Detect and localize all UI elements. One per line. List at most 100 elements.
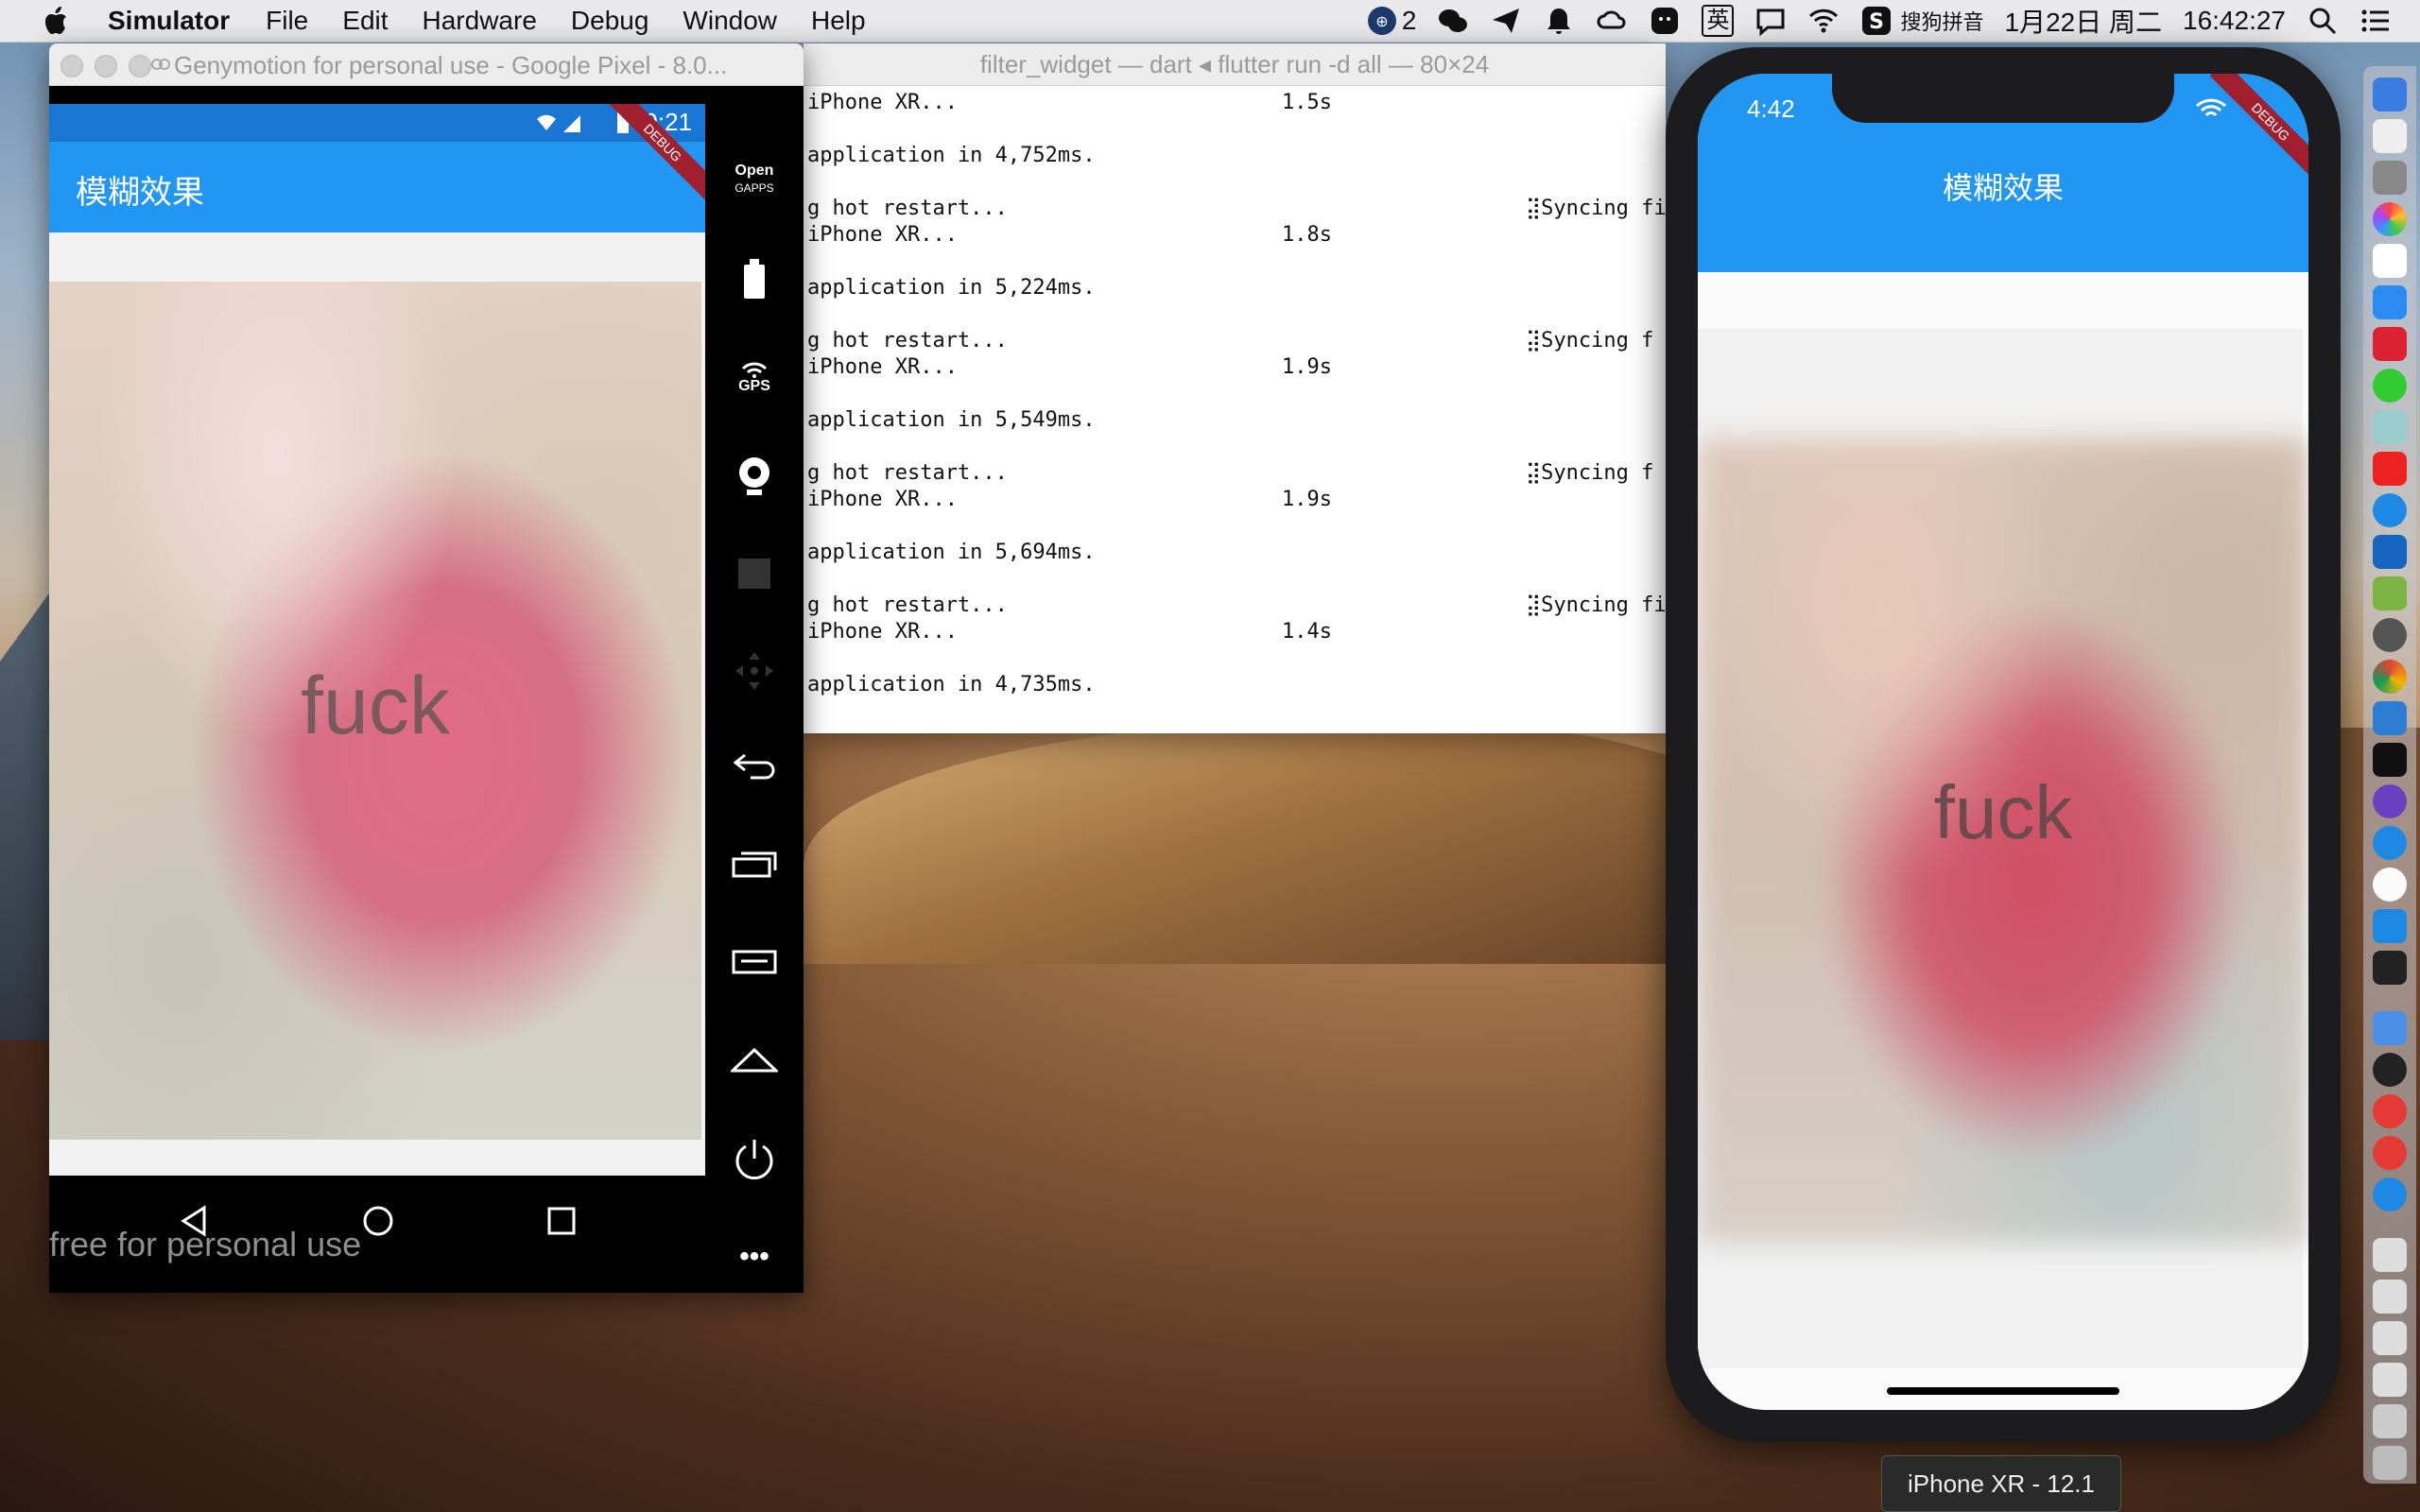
android-back-button[interactable]: [705, 737, 804, 794]
menu-debug[interactable]: Debug: [571, 6, 649, 36]
markdown-icon[interactable]: [2373, 535, 2407, 569]
recents-icon[interactable]: [543, 1202, 580, 1240]
close-button[interactable]: [60, 55, 83, 77]
github-desktop-icon[interactable]: [2373, 784, 2407, 818]
document-icon-5[interactable]: [2373, 1404, 2407, 1438]
qq-input-icon[interactable]: [1649, 5, 1681, 37]
terminal-icon[interactable]: [2373, 951, 2407, 985]
blurred-photo: fuck: [49, 282, 701, 1140]
opengapps-button[interactable]: Open GAPPS: [705, 151, 804, 208]
android-recent-button[interactable]: [705, 835, 804, 892]
terminal-line: iPhone XR...: [807, 488, 958, 511]
terminal-line: g hot restart...: [807, 593, 1008, 617]
home-outline-icon: [731, 1047, 778, 1073]
terminal-line: application in 5,549ms.: [807, 408, 1096, 432]
svg-text:⊕: ⊕: [1375, 12, 1388, 30]
quicktime-icon[interactable]: [2373, 1053, 2407, 1087]
app-icon-red-1[interactable]: [2373, 1094, 2407, 1128]
document-icon-2[interactable]: [2373, 1280, 2407, 1314]
ios-app-bar: 4:42 模糊效果 DEBUG: [1698, 74, 2308, 272]
photos-icon[interactable]: [2373, 202, 2407, 236]
finder-icon[interactable]: [2373, 77, 2407, 112]
terminal-title[interactable]: filter_widget — dart ◂ flutter run -d al…: [804, 43, 1666, 86]
menu-window[interactable]: Window: [683, 6, 777, 36]
dpad-widget-button[interactable]: [705, 643, 804, 699]
more-options-button[interactable]: •••: [705, 1228, 804, 1285]
battery-widget-button[interactable]: [705, 251, 804, 308]
zoom-button[interactable]: [129, 55, 151, 77]
dictionary-icon[interactable]: [2373, 327, 2407, 361]
maps-icon[interactable]: [2373, 826, 2407, 860]
send-icon[interactable]: [1490, 5, 1522, 37]
home-icon[interactable]: [359, 1202, 397, 1240]
gps-widget-button[interactable]: GPS: [705, 350, 804, 406]
app-icon-red-2[interactable]: [2373, 1136, 2407, 1170]
safari-icon[interactable]: [2373, 493, 2407, 527]
genymotion-window[interactable]: Genymotion for personal use - Google Pix…: [49, 43, 804, 1293]
system-preferences-icon[interactable]: [2373, 618, 2407, 652]
spotlight-search-icon[interactable]: [2307, 5, 2339, 37]
iphone-screen[interactable]: 4:42 模糊效果 DEBUG fuck: [1698, 74, 2308, 1410]
terminal-window[interactable]: filter_widget — dart ◂ flutter run -d al…: [804, 43, 1666, 733]
power-button[interactable]: [705, 1130, 804, 1187]
terminal-line-time: 1.8s: [1282, 223, 1332, 247]
document-icon-3[interactable]: [2373, 1321, 2407, 1355]
terminal-line-status: ⣽Syncing f: [1526, 329, 1654, 352]
menu-hardware[interactable]: Hardware: [423, 6, 537, 36]
notification-center-icon[interactable]: [2360, 5, 2392, 37]
trash-icon[interactable]: [2373, 1446, 2407, 1480]
genymotion-titlebar[interactable]: Genymotion for personal use - Google Pix…: [49, 43, 804, 86]
creative-cloud-icon[interactable]: [1596, 5, 1628, 37]
menu-help[interactable]: Help: [811, 6, 866, 36]
android-screen[interactable]: 9:21 模糊效果 DEBUG fuck: [49, 104, 705, 1236]
capture-widget-button[interactable]: [705, 544, 804, 601]
qq-icon[interactable]: [2373, 868, 2407, 902]
iphone-simulator-window[interactable]: 4:42 模糊效果 DEBUG fuck: [1666, 47, 2341, 1442]
app-store-icon[interactable]: [2373, 285, 2407, 319]
android-menu-button[interactable]: [705, 934, 804, 990]
terminal-output[interactable]: iPhone XR... 1.5s application in 4,752ms…: [804, 87, 1666, 733]
simulator-device-label: iPhone XR - 12.1: [1881, 1455, 2121, 1512]
terminal-line: application in 4,735ms.: [807, 673, 1096, 696]
vscode-icon[interactable]: [2373, 701, 2407, 735]
sogou-input-menu[interactable]: S 搜狗拼音: [1860, 5, 1984, 37]
menu-icon: [732, 950, 777, 974]
wechat-dock-icon[interactable]: [2373, 369, 2407, 403]
wechat-icon[interactable]: [1437, 5, 1469, 37]
android-signal-icons: [537, 114, 580, 132]
terminal-line: g hot restart...: [807, 197, 1008, 220]
message-icon[interactable]: [1754, 5, 1787, 37]
bell-icon[interactable]: [1543, 5, 1575, 37]
xcode-icon[interactable]: [2373, 909, 2407, 943]
menu-clock[interactable]: 16:42:27: [2183, 6, 2286, 36]
preview-icon[interactable]: [2373, 119, 2407, 153]
iphone-notch: [1832, 74, 2174, 123]
preview-photo-icon[interactable]: [2373, 410, 2407, 444]
webcam-widget-button[interactable]: [705, 448, 804, 505]
notification-extra[interactable]: ⊕ 2: [1366, 5, 1416, 37]
apple-icon[interactable]: [38, 2, 76, 40]
android-studio-icon[interactable]: [2373, 576, 2407, 610]
folder-icon[interactable]: [2373, 1011, 2407, 1045]
youdao-icon[interactable]: [2373, 452, 2407, 486]
app-icon-blue[interactable]: [2373, 1177, 2407, 1211]
document-icon-1[interactable]: [2373, 1238, 2407, 1272]
menu-app-name[interactable]: Simulator: [108, 6, 230, 36]
chrome-icon[interactable]: [2373, 660, 2407, 694]
menu-date[interactable]: 1月22日 周二: [2005, 2, 2163, 40]
wifi-icon[interactable]: [1807, 5, 1840, 37]
terminal-line: application in 5,224ms.: [807, 276, 1096, 300]
recent-apps-icon: [732, 851, 777, 878]
terminal-line: application in 4,752ms.: [807, 144, 1096, 167]
webstorm-icon[interactable]: [2373, 743, 2407, 777]
launchpad-icon[interactable]: [2373, 161, 2407, 195]
menu-file[interactable]: File: [266, 6, 308, 36]
document-icon-4[interactable]: [2373, 1363, 2407, 1397]
menu-edit[interactable]: Edit: [342, 6, 388, 36]
menu-bar: Simulator File Edit Hardware Debug Windo…: [0, 0, 2420, 43]
ime-english-indicator[interactable]: 英: [1702, 5, 1735, 37]
minimize-button[interactable]: [95, 55, 117, 77]
android-home-button[interactable]: [705, 1032, 804, 1089]
home-indicator[interactable]: [1887, 1387, 2119, 1395]
itunes-icon[interactable]: [2373, 244, 2407, 278]
